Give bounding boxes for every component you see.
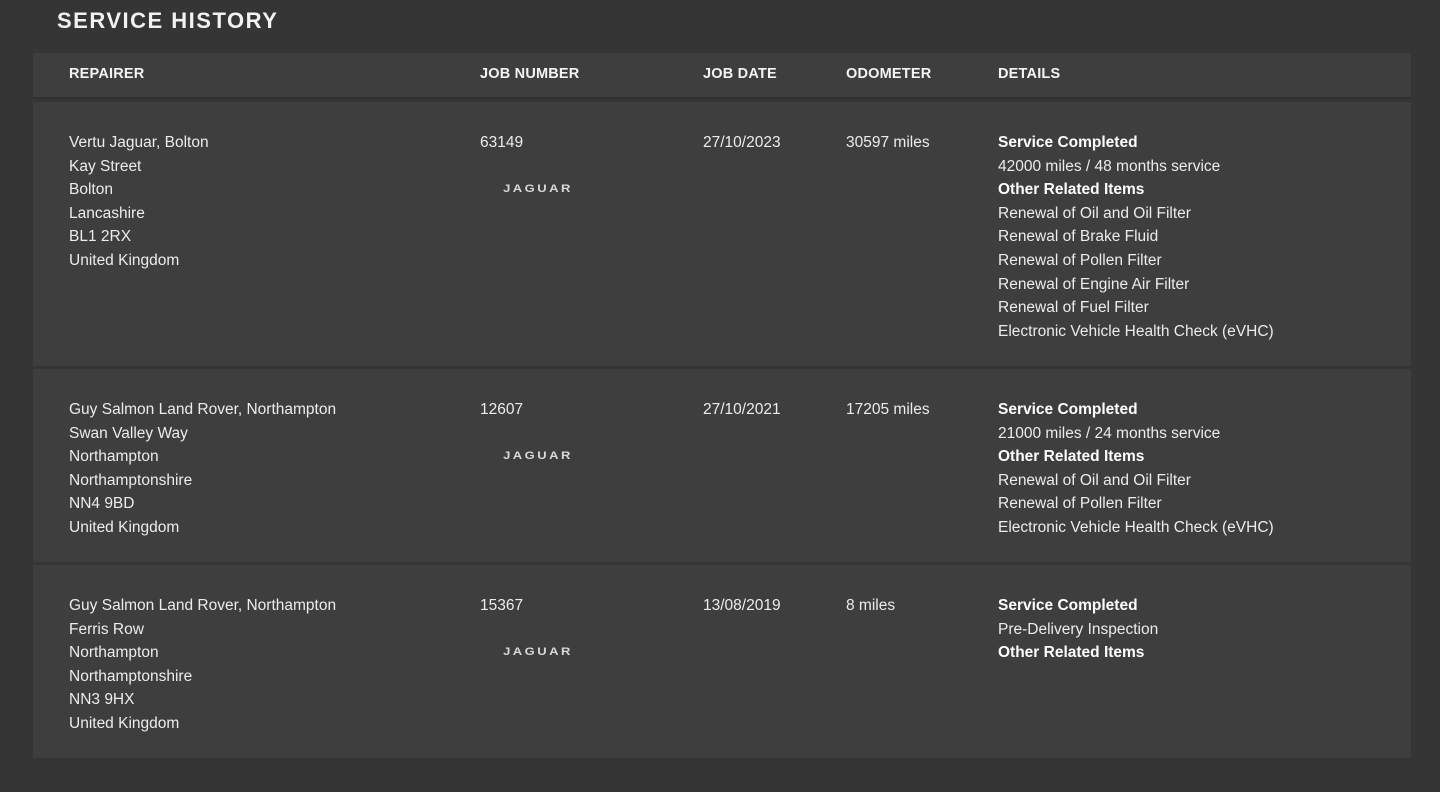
address-line: BL1 2RX (69, 228, 132, 246)
header-details: DETAILS (998, 66, 1061, 82)
details-cell: Service Completed 21000 miles / 24 month… (998, 398, 1274, 540)
job-number-cell: 63149 JAGUAR (480, 131, 596, 196)
header-odometer: ODOMETER (846, 66, 932, 82)
job-number: 15367 (480, 597, 524, 614)
header-job-date: JOB DATE (703, 66, 777, 82)
service-completed-heading: Service Completed (998, 401, 1138, 418)
repairer-name: Vertu Jaguar, Bolton (69, 134, 209, 151)
related-item: Renewal of Engine Air Filter (998, 275, 1190, 293)
service-completed-heading: Service Completed (998, 134, 1138, 151)
repairer-address: Vertu Jaguar, Bolton Kay Street Bolton L… (69, 131, 209, 273)
address-line: Northamptonshire (69, 471, 193, 489)
table-row: Guy Salmon Land Rover, Northampton Ferri… (33, 565, 1411, 758)
address-line: Kay Street (69, 157, 142, 175)
other-related-items-heading: Other Related Items (998, 448, 1145, 466)
odometer-reading: 17205 miles (846, 401, 930, 418)
table-row: Vertu Jaguar, Bolton Kay Street Bolton L… (33, 102, 1411, 366)
address-line: United Kingdom (69, 714, 180, 732)
related-item: Renewal of Oil and Oil Filter (998, 471, 1191, 489)
job-date: 27/10/2023 (703, 134, 781, 151)
table-header: REPAIRER JOB NUMBER JOB DATE ODOMETER DE… (33, 53, 1411, 99)
address-line: Swan Valley Way (69, 424, 188, 442)
table-row: Guy Salmon Land Rover, Northampton Swan … (33, 369, 1411, 562)
header-repairer: REPAIRER (69, 66, 145, 82)
service-description: 42000 miles / 48 months service (998, 157, 1221, 175)
address-line: Ferris Row (69, 620, 144, 638)
svg-text:JAGUAR: JAGUAR (503, 449, 573, 462)
job-date-cell: 13/08/2019 (703, 594, 781, 618)
related-item: Electronic Vehicle Health Check (eVHC) (998, 322, 1274, 340)
repairer-name: Guy Salmon Land Rover, Northampton (69, 401, 337, 418)
repairer-address: Guy Salmon Land Rover, Northampton Ferri… (69, 594, 336, 736)
service-description: Pre-Delivery Inspection (998, 620, 1159, 638)
address-line: United Kingdom (69, 251, 180, 269)
odometer-cell: 30597 miles (846, 131, 930, 155)
repairer-name: Guy Salmon Land Rover, Northampton (69, 597, 337, 614)
job-number-cell: 12607 JAGUAR (480, 398, 596, 463)
job-date: 27/10/2021 (703, 401, 781, 418)
jaguar-logo: JAGUAR (503, 645, 573, 658)
job-date-cell: 27/10/2023 (703, 131, 781, 155)
odometer-reading: 8 miles (846, 597, 896, 614)
page-title: SERVICE HISTORY (57, 8, 279, 33)
header-job-number: JOB NUMBER (480, 66, 580, 82)
address-line: Northamptonshire (69, 667, 193, 685)
service-description: 21000 miles / 24 months service (998, 424, 1221, 442)
job-number: 12607 (480, 401, 524, 418)
details-cell: Service Completed Pre-Delivery Inspectio… (998, 594, 1158, 665)
address-line: NN4 9BD (69, 495, 135, 513)
address-line: Northampton (69, 448, 159, 466)
address-line: Northampton (69, 644, 159, 662)
details-cell: Service Completed 42000 miles / 48 month… (998, 131, 1274, 343)
job-date: 13/08/2019 (703, 597, 781, 614)
address-line: NN3 9HX (69, 691, 135, 709)
related-item: Renewal of Pollen Filter (998, 251, 1162, 269)
job-date-cell: 27/10/2021 (703, 398, 781, 422)
jaguar-logo: JAGUAR (503, 182, 573, 195)
related-item: Renewal of Oil and Oil Filter (998, 204, 1191, 222)
other-related-items-heading: Other Related Items (998, 181, 1145, 199)
related-item: Renewal of Brake Fluid (998, 228, 1159, 246)
address-line: Lancashire (69, 204, 145, 222)
address-line: United Kingdom (69, 518, 180, 536)
odometer-reading: 30597 miles (846, 134, 930, 151)
address-line: Bolton (69, 181, 113, 199)
related-item: Renewal of Pollen Filter (998, 495, 1162, 513)
svg-text:JAGUAR: JAGUAR (503, 182, 573, 195)
service-completed-heading: Service Completed (998, 597, 1138, 614)
odometer-cell: 8 miles (846, 594, 895, 618)
job-number-cell: 15367 JAGUAR (480, 594, 596, 659)
service-history-table: REPAIRER JOB NUMBER JOB DATE ODOMETER DE… (33, 53, 1411, 758)
svg-text:JAGUAR: JAGUAR (503, 645, 573, 658)
jaguar-logo: JAGUAR (503, 449, 573, 462)
repairer-address: Guy Salmon Land Rover, Northampton Swan … (69, 398, 336, 540)
related-item: Electronic Vehicle Health Check (eVHC) (998, 518, 1274, 536)
other-related-items-heading: Other Related Items (998, 644, 1145, 662)
job-number: 63149 (480, 134, 524, 151)
odometer-cell: 17205 miles (846, 398, 930, 422)
related-item: Renewal of Fuel Filter (998, 299, 1149, 317)
